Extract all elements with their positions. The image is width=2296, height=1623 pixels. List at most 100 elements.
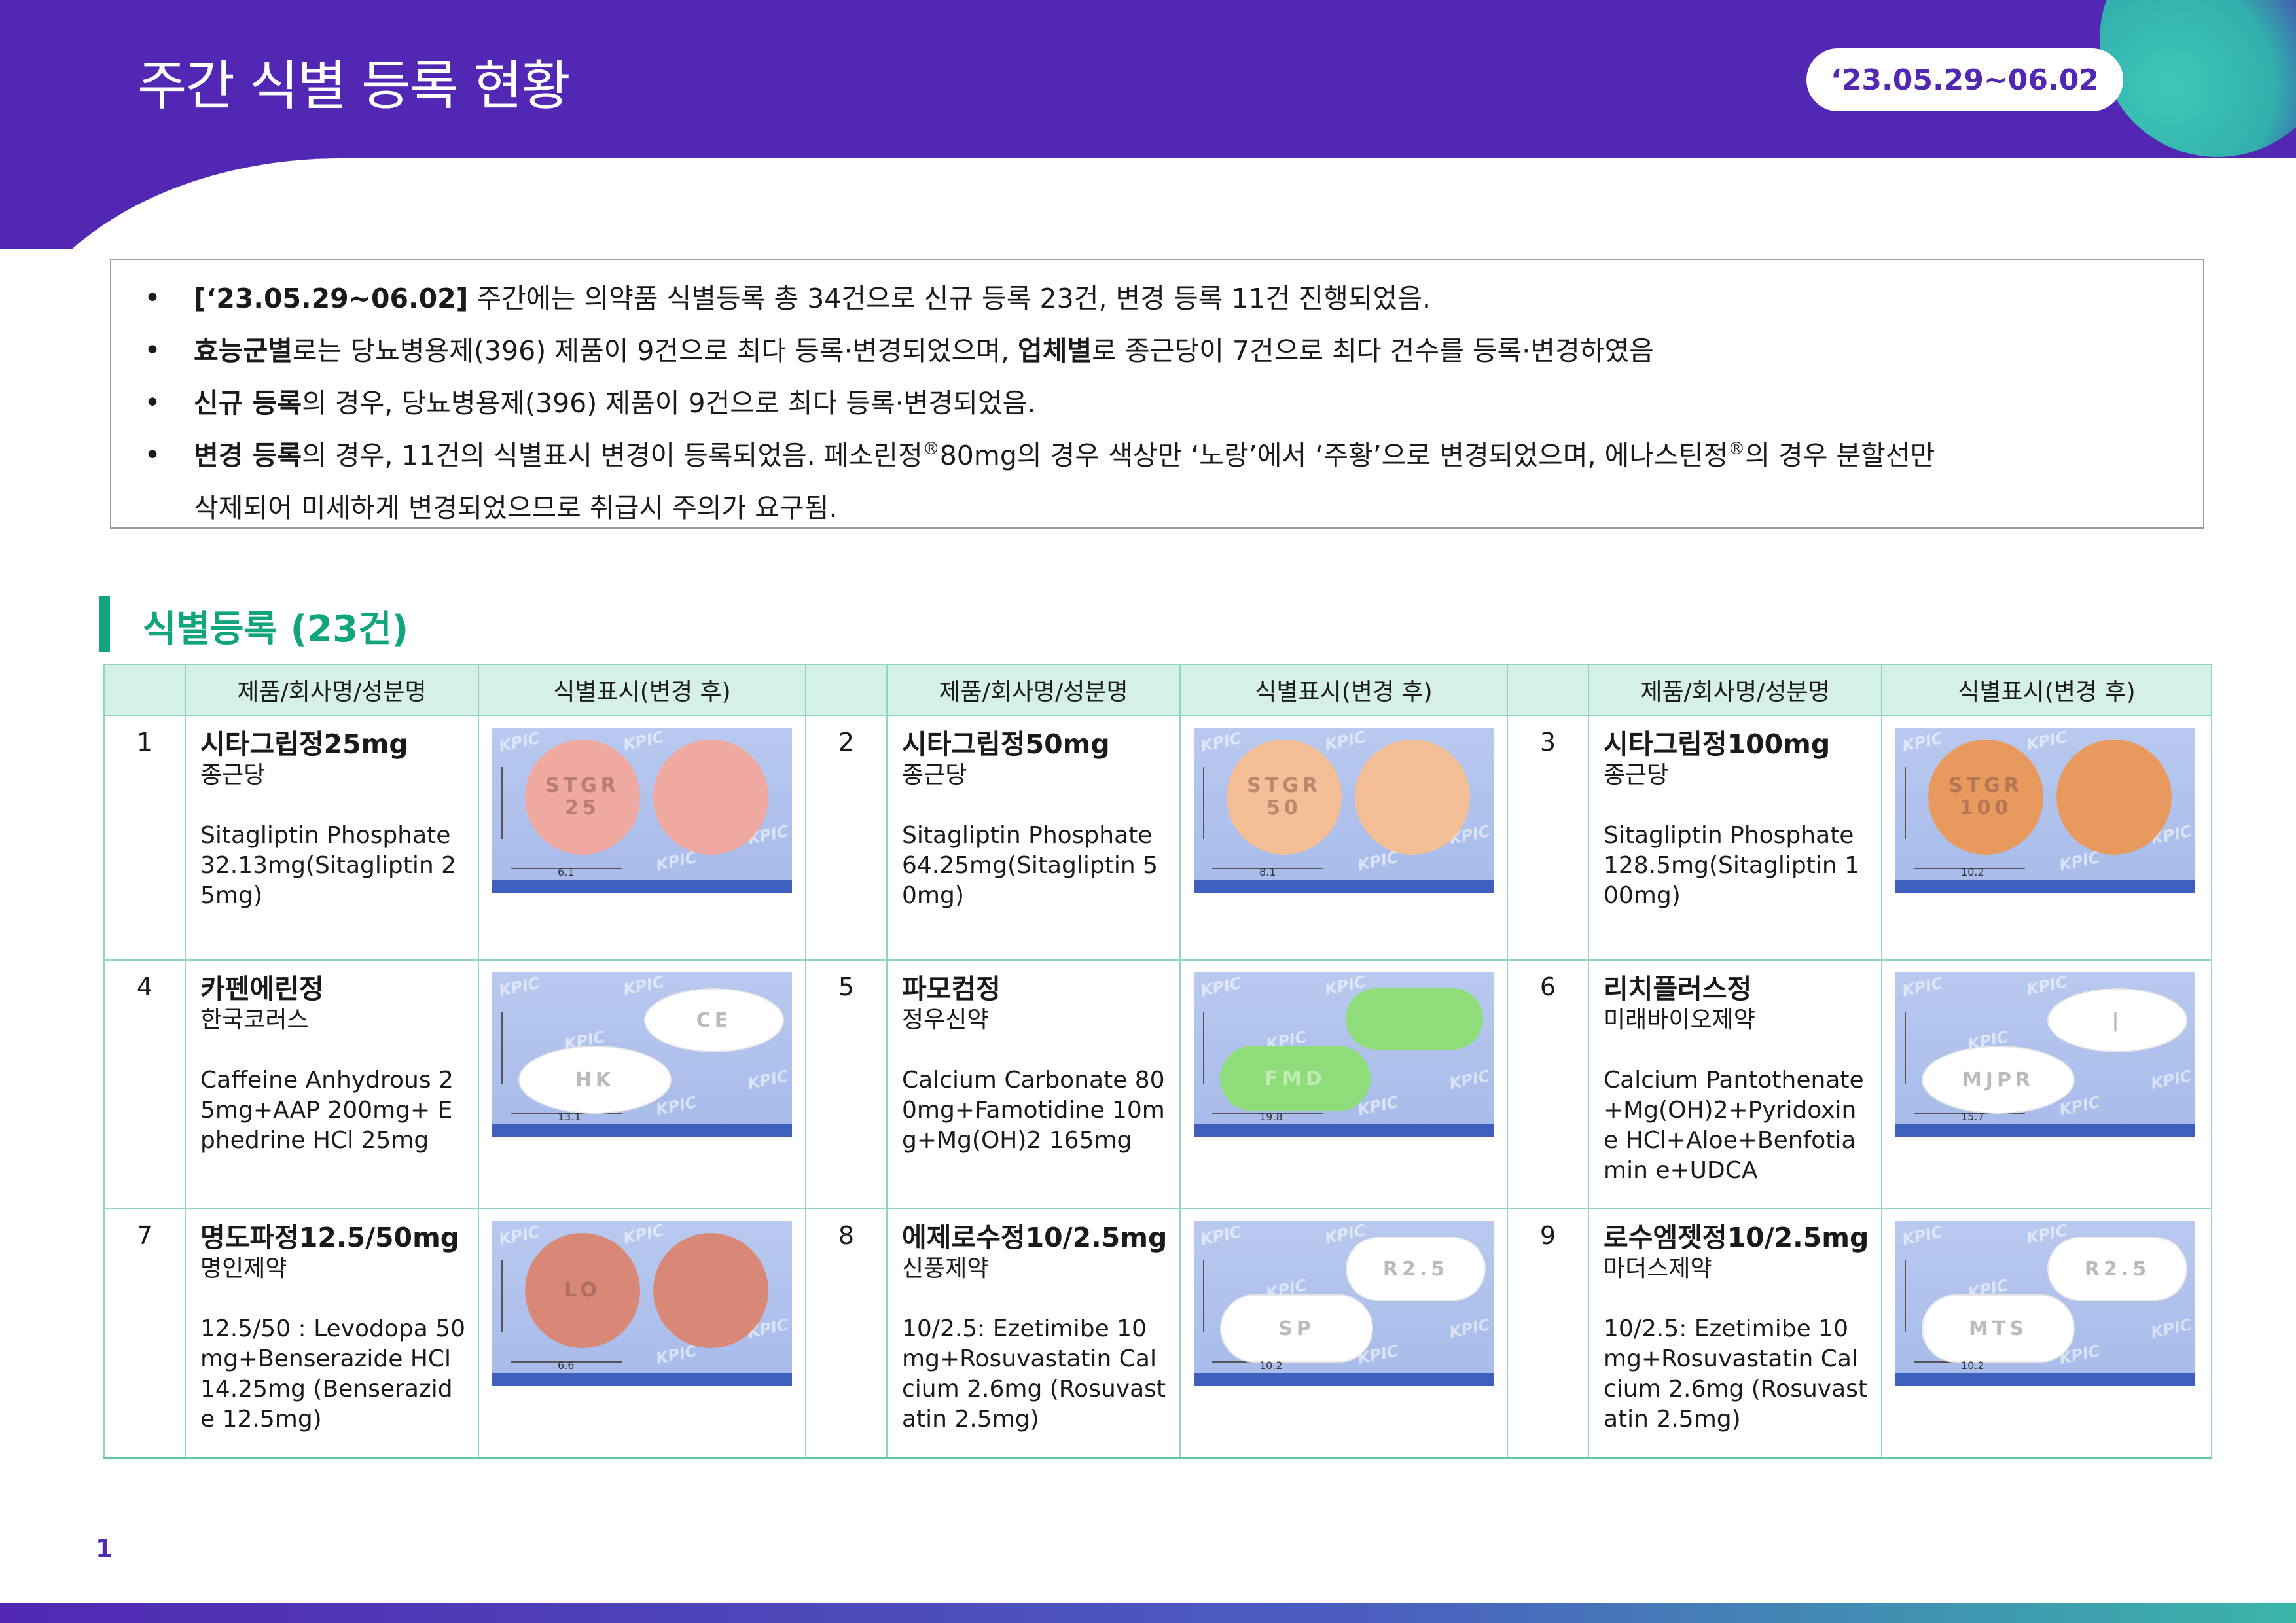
pill-image-cell: KPICKPICKPICKPICKPICKPICSPR2.510.2 bbox=[1179, 1208, 1508, 1459]
watermark-mark: KPIC bbox=[1447, 1315, 1492, 1342]
item-number: 2 bbox=[805, 715, 888, 961]
company-name: 신풍제약 bbox=[902, 1255, 989, 1282]
item-number: 8 bbox=[805, 1208, 888, 1459]
dimension-label: 6.1 bbox=[558, 866, 575, 878]
item-info: 파모컴정 정우신약 Calcium Carbonate 800mg+Famotidi… bbox=[886, 959, 1181, 1209]
pill-back bbox=[2056, 740, 2172, 855]
ruler-vertical bbox=[501, 1260, 503, 1332]
item-number: 1 bbox=[103, 715, 186, 961]
page-header: 주간 식별 등록 현황 ‘23.05.29~06.02 bbox=[0, 0, 2296, 249]
bullet-dot: • bbox=[144, 386, 161, 419]
product-name: 에제로수정10/2.5mg bbox=[902, 1222, 1168, 1253]
item-info: 로수엠젯정10/2.5mg 마더스제약 10/2.5: Ezetimibe 10mg… bbox=[1588, 1208, 1882, 1459]
ruler-vertical bbox=[1905, 1260, 1906, 1332]
product-name: 시타그립정25mg bbox=[200, 728, 408, 760]
watermark-mark: KPIC bbox=[1198, 1222, 1243, 1249]
ruler-vertical bbox=[501, 767, 503, 839]
pill-image-cell: KPICKPICKPICKPICKPICKPICFMD19.8 bbox=[1179, 959, 1508, 1209]
watermark-mark: KPIC bbox=[654, 1341, 698, 1368]
bullet-4-text-1: 의 경우, 11건의 식별표시 변경이 등록되었음. 페소린정 bbox=[302, 440, 923, 471]
ruler-vertical bbox=[1203, 1260, 1204, 1332]
table-row: 1 시타그립정25mg 종근당 Sitagliptin Phosphate 32.13… bbox=[103, 715, 2212, 961]
pill-front: STGR 50 bbox=[1227, 740, 1342, 855]
pill-image: KPICKPICKPICKPICKPICKPICSTGR 256.1 bbox=[492, 728, 792, 893]
watermark-mark: KPIC bbox=[1447, 1066, 1492, 1094]
item-info: 에제로수정10/2.5mg 신풍제약 10/2.5: Ezetimibe 10mg+… bbox=[886, 1208, 1181, 1459]
pill-imprint: MTS bbox=[1969, 1317, 2028, 1340]
image-footer-strip bbox=[1194, 1124, 1494, 1137]
pill-imprint-back: R2.5 bbox=[2084, 1257, 2151, 1281]
ingredient-text: Sitagliptin Phosphate 128.5mg(Sitaglipti… bbox=[1604, 822, 1860, 909]
watermark-mark: KPIC bbox=[745, 1066, 790, 1094]
pill-back: R2.5 bbox=[2047, 1237, 2187, 1301]
summary-bullet-2: • 효능군별로는 당뇨병용제(396) 제품이 9건으로 최다 등록·변경되었으… bbox=[137, 325, 2177, 377]
watermark-mark: KPIC bbox=[2024, 972, 2069, 999]
watermark-mark: KPIC bbox=[1323, 728, 1367, 755]
registration-table: 제품/회사명/성분명 식별표시(변경 후) 제품/회사명/성분명 식별표시(변경… bbox=[103, 664, 2212, 1459]
pill-imprint: STGR 100 bbox=[1948, 774, 2023, 819]
watermark-mark: KPIC bbox=[654, 847, 698, 875]
watermark-mark: KPIC bbox=[497, 973, 541, 1001]
ruler-vertical bbox=[1203, 1012, 1204, 1084]
image-footer-strip bbox=[492, 1124, 792, 1137]
ingredient-text: 12.5/50 : Levodopa 50mg+Benserazide HCl … bbox=[200, 1315, 466, 1433]
pill-back bbox=[1355, 740, 1470, 855]
pill-back bbox=[653, 740, 768, 855]
header-no bbox=[103, 664, 186, 716]
bullet-3-text: 의 경우, 당뇨병용제(396) 제품이 9건으로 최다 등록·변경되었음. bbox=[302, 387, 1036, 419]
product-name: 시타그립정50mg bbox=[902, 728, 1110, 760]
item-number: 7 bbox=[103, 1208, 186, 1459]
pill-image: KPICKPICKPICKPICKPICKPICSTGR 508.1 bbox=[1194, 728, 1494, 893]
pill-imprint: SP bbox=[1278, 1317, 1315, 1340]
summary-box: • [‘23.05.29~06.02] 주간에는 의약품 식별등록 총 34건으… bbox=[110, 259, 2204, 529]
pill-image-cell: KPICKPICKPICKPICKPICKPICSTGR 256.1 bbox=[478, 715, 806, 961]
watermark-mark: KPIC bbox=[497, 1222, 541, 1249]
watermark-mark: KPIC bbox=[621, 1221, 666, 1248]
bullet-2-text-1: 로는 당뇨병용제(396) 제품이 9건으로 최다 등록·변경되었으며, bbox=[292, 335, 1018, 366]
image-footer-strip bbox=[1895, 1373, 2195, 1386]
watermark-mark: KPIC bbox=[1900, 1222, 1945, 1249]
ruler-vertical bbox=[1905, 1012, 1906, 1084]
product-name: 리치플러스정 bbox=[1604, 973, 1752, 1005]
pill-front: MTS bbox=[1922, 1294, 2075, 1363]
pill-image: KPICKPICKPICKPICKPICKPICSPR2.510.2 bbox=[1194, 1221, 1494, 1386]
date-range-badge: ‘23.05.29~06.02 bbox=[1806, 48, 2123, 111]
header-product: 제품/회사명/성분명 bbox=[1588, 664, 1882, 716]
item-number: 3 bbox=[1507, 715, 1589, 961]
header-no bbox=[1507, 664, 1589, 716]
page-number: 1 bbox=[96, 1534, 113, 1563]
section-title: 식별등록 (23건) bbox=[143, 608, 409, 651]
company-name: 종근당 bbox=[200, 762, 266, 789]
item-number: 6 bbox=[1507, 959, 1589, 1209]
pill-image: KPICKPICKPICKPICKPICKPICFMD19.8 bbox=[1194, 972, 1494, 1137]
pill-image: KPICKPICKPICKPICKPICKPICHKCE13.1 bbox=[492, 972, 792, 1137]
header-image: 식별표시(변경 후) bbox=[1179, 664, 1508, 716]
pill-back: | bbox=[2047, 988, 2187, 1052]
product-name: 파모컴정 bbox=[902, 973, 1001, 1005]
pill-imprint: FMD bbox=[1265, 1067, 1326, 1090]
watermark-mark: KPIC bbox=[2024, 728, 2069, 755]
page-title: 주간 식별 등록 현황 bbox=[137, 55, 571, 117]
pill-back: R2.5 bbox=[1346, 1237, 1486, 1301]
ingredient-text: 10/2.5: Ezetimibe 10mg+Rosuvastatin Calc… bbox=[1604, 1315, 1868, 1433]
watermark-mark: KPIC bbox=[1900, 973, 1945, 1001]
pill-image-cell: KPICKPICKPICKPICKPICKPICSTGR 10010.2 bbox=[1881, 715, 2212, 961]
dimension-label: 19.8 bbox=[1259, 1111, 1283, 1123]
image-footer-strip bbox=[1895, 1124, 2195, 1137]
item-number: 5 bbox=[805, 959, 888, 1209]
bullet-2-text-2: 로 종근당이 7건으로 최다 건수를 등록·변경하였음 bbox=[1092, 335, 1654, 366]
header-product: 제품/회사명/성분명 bbox=[185, 664, 479, 716]
item-info: 시타그립정100mg 종근당 Sitagliptin Phosphate 128.5… bbox=[1588, 715, 1882, 961]
watermark-mark: KPIC bbox=[2149, 1315, 2193, 1342]
ingredient-text: Sitagliptin Phosphate 64.25mg(Sitaglipti… bbox=[902, 822, 1158, 909]
registered-mark: ® bbox=[1728, 439, 1746, 459]
bullet-1-text: 주간에는 의약품 식별등록 총 34건으로 신규 등록 23건, 변경 등록 1… bbox=[468, 283, 1431, 314]
item-number: 9 bbox=[1507, 1208, 1589, 1459]
image-footer-strip bbox=[1194, 880, 1494, 893]
pill-imprint: STGR 50 bbox=[1247, 774, 1321, 819]
pill-imprint-back: R2.5 bbox=[1382, 1257, 1449, 1281]
company-name: 명인제약 bbox=[200, 1255, 287, 1282]
bullet-dot: • bbox=[144, 281, 161, 315]
watermark-mark: KPIC bbox=[2149, 1066, 2193, 1094]
pill-front: HK bbox=[518, 1046, 672, 1114]
